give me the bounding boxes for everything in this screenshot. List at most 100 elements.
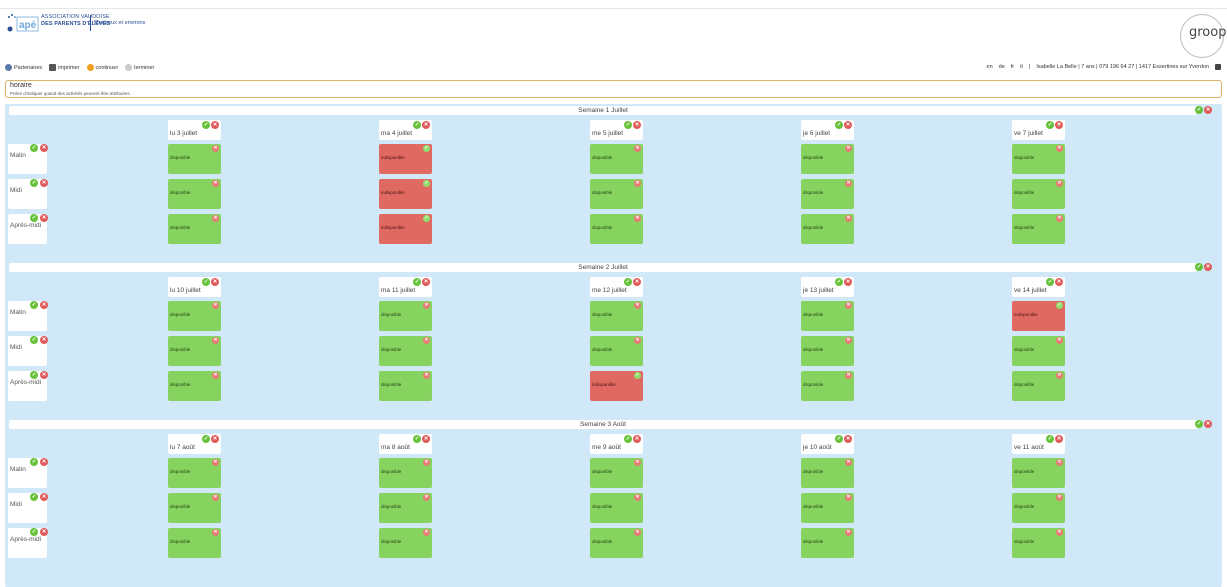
availability-cell[interactable]: disponible ✕	[168, 336, 221, 366]
lang-fr[interactable]: fr	[1011, 64, 1014, 70]
week-select-all-icon[interactable]: ✓	[1195, 263, 1203, 271]
availability-cell[interactable]: disponible ✕	[590, 458, 643, 488]
mark-unavailable-icon[interactable]: ✕	[212, 494, 219, 501]
availability-cell[interactable]: disponible ✕	[1012, 371, 1065, 401]
day-clear-all-icon[interactable]: ✕	[1055, 435, 1063, 443]
mark-unavailable-icon[interactable]: ✕	[1056, 459, 1063, 466]
mark-unavailable-icon[interactable]: ✕	[423, 459, 430, 466]
day-clear-all-icon[interactable]: ✕	[211, 278, 219, 286]
availability-cell[interactable]: disponible ✕	[379, 493, 432, 523]
mark-available-icon[interactable]: ✓	[423, 215, 430, 222]
availability-cell[interactable]: disponible ✕	[168, 214, 221, 244]
week-clear-all-icon[interactable]: ✕	[1204, 106, 1212, 114]
mark-unavailable-icon[interactable]: ✕	[634, 215, 641, 222]
mark-unavailable-icon[interactable]: ✕	[423, 302, 430, 309]
day-clear-all-icon[interactable]: ✕	[844, 435, 852, 443]
availability-cell[interactable]: disponible ✕	[590, 144, 643, 174]
day-select-all-icon[interactable]: ✓	[413, 278, 421, 286]
day-clear-all-icon[interactable]: ✕	[1055, 278, 1063, 286]
availability-cell[interactable]: disponible ✕	[1012, 214, 1065, 244]
slot-clear-all-icon[interactable]: ✕	[40, 144, 48, 152]
availability-cell[interactable]: disponible ✕	[379, 528, 432, 558]
mark-unavailable-icon[interactable]: ✕	[845, 494, 852, 501]
availability-cell[interactable]: disponible ✕	[801, 371, 854, 401]
mark-unavailable-icon[interactable]: ✕	[423, 372, 430, 379]
mark-unavailable-icon[interactable]: ✕	[1056, 337, 1063, 344]
slot-select-all-icon[interactable]: ✓	[30, 371, 38, 379]
day-clear-all-icon[interactable]: ✕	[844, 121, 852, 129]
mark-unavailable-icon[interactable]: ✕	[1056, 215, 1063, 222]
day-select-all-icon[interactable]: ✓	[202, 278, 210, 286]
slot-clear-all-icon[interactable]: ✕	[40, 214, 48, 222]
availability-cell[interactable]: disponible ✕	[1012, 493, 1065, 523]
day-select-all-icon[interactable]: ✓	[624, 278, 632, 286]
availability-cell[interactable]: disponible ✕	[590, 301, 643, 331]
day-select-all-icon[interactable]: ✓	[413, 435, 421, 443]
mark-unavailable-icon[interactable]: ✕	[845, 529, 852, 536]
slot-clear-all-icon[interactable]: ✕	[40, 528, 48, 536]
slot-clear-all-icon[interactable]: ✕	[40, 493, 48, 501]
day-select-all-icon[interactable]: ✓	[835, 121, 843, 129]
mark-unavailable-icon[interactable]: ✕	[845, 302, 852, 309]
mark-unavailable-icon[interactable]: ✕	[634, 145, 641, 152]
availability-cell[interactable]: disponible ✕	[590, 528, 643, 558]
availability-cell[interactable]: disponible ✕	[801, 179, 854, 209]
mark-available-icon[interactable]: ✓	[634, 372, 641, 379]
availability-cell[interactable]: disponible ✕	[590, 336, 643, 366]
availability-cell[interactable]: disponible ✕	[168, 528, 221, 558]
availability-cell[interactable]: indisponible ✓	[379, 179, 432, 209]
mark-unavailable-icon[interactable]: ✕	[1056, 180, 1063, 187]
mark-unavailable-icon[interactable]: ✕	[212, 302, 219, 309]
slot-clear-all-icon[interactable]: ✕	[40, 371, 48, 379]
logout-icon[interactable]	[1215, 64, 1221, 70]
mark-unavailable-icon[interactable]: ✕	[634, 529, 641, 536]
slot-clear-all-icon[interactable]: ✕	[40, 179, 48, 187]
slot-select-all-icon[interactable]: ✓	[30, 144, 38, 152]
availability-cell[interactable]: indisponible ✓	[590, 371, 643, 401]
availability-cell[interactable]: disponible ✕	[801, 301, 854, 331]
day-clear-all-icon[interactable]: ✕	[422, 278, 430, 286]
mark-unavailable-icon[interactable]: ✕	[634, 337, 641, 344]
mark-unavailable-icon[interactable]: ✕	[423, 337, 430, 344]
lang-en[interactable]: en	[987, 64, 993, 70]
partenaires-link[interactable]: Partenaires	[5, 64, 42, 71]
mark-unavailable-icon[interactable]: ✕	[423, 494, 430, 501]
slot-clear-all-icon[interactable]: ✕	[40, 301, 48, 309]
availability-cell[interactable]: disponible ✕	[168, 493, 221, 523]
week-select-all-icon[interactable]: ✓	[1195, 106, 1203, 114]
day-clear-all-icon[interactable]: ✕	[211, 121, 219, 129]
finish-button[interactable]: terminer	[125, 64, 154, 71]
availability-cell[interactable]: disponible ✕	[168, 179, 221, 209]
lang-it[interactable]: it	[1020, 64, 1023, 70]
mark-unavailable-icon[interactable]: ✕	[845, 180, 852, 187]
availability-cell[interactable]: disponible ✕	[1012, 179, 1065, 209]
mark-unavailable-icon[interactable]: ✕	[1056, 494, 1063, 501]
availability-cell[interactable]: disponible ✕	[590, 179, 643, 209]
day-select-all-icon[interactable]: ✓	[202, 435, 210, 443]
mark-unavailable-icon[interactable]: ✕	[212, 529, 219, 536]
availability-cell[interactable]: disponible ✕	[1012, 528, 1065, 558]
slot-select-all-icon[interactable]: ✓	[30, 179, 38, 187]
day-select-all-icon[interactable]: ✓	[624, 121, 632, 129]
availability-cell[interactable]: disponible ✕	[168, 458, 221, 488]
slot-select-all-icon[interactable]: ✓	[30, 336, 38, 344]
mark-available-icon[interactable]: ✓	[423, 180, 430, 187]
availability-cell[interactable]: disponible ✕	[590, 493, 643, 523]
mark-unavailable-icon[interactable]: ✕	[845, 459, 852, 466]
mark-available-icon[interactable]: ✓	[423, 145, 430, 152]
availability-cell[interactable]: disponible ✕	[379, 458, 432, 488]
availability-cell[interactable]: indisponible ✓	[1012, 301, 1065, 331]
lang-de[interactable]: de	[999, 64, 1005, 70]
slot-select-all-icon[interactable]: ✓	[30, 458, 38, 466]
availability-cell[interactable]: disponible ✕	[168, 144, 221, 174]
print-button[interactable]: imprimer	[49, 64, 80, 71]
week-clear-all-icon[interactable]: ✕	[1204, 263, 1212, 271]
day-select-all-icon[interactable]: ✓	[624, 435, 632, 443]
day-clear-all-icon[interactable]: ✕	[633, 435, 641, 443]
availability-cell[interactable]: disponible ✕	[801, 336, 854, 366]
availability-cell[interactable]: disponible ✕	[379, 301, 432, 331]
mark-unavailable-icon[interactable]: ✕	[1056, 145, 1063, 152]
slot-select-all-icon[interactable]: ✓	[30, 528, 38, 536]
week-clear-all-icon[interactable]: ✕	[1204, 420, 1212, 428]
availability-cell[interactable]: disponible ✕	[168, 301, 221, 331]
